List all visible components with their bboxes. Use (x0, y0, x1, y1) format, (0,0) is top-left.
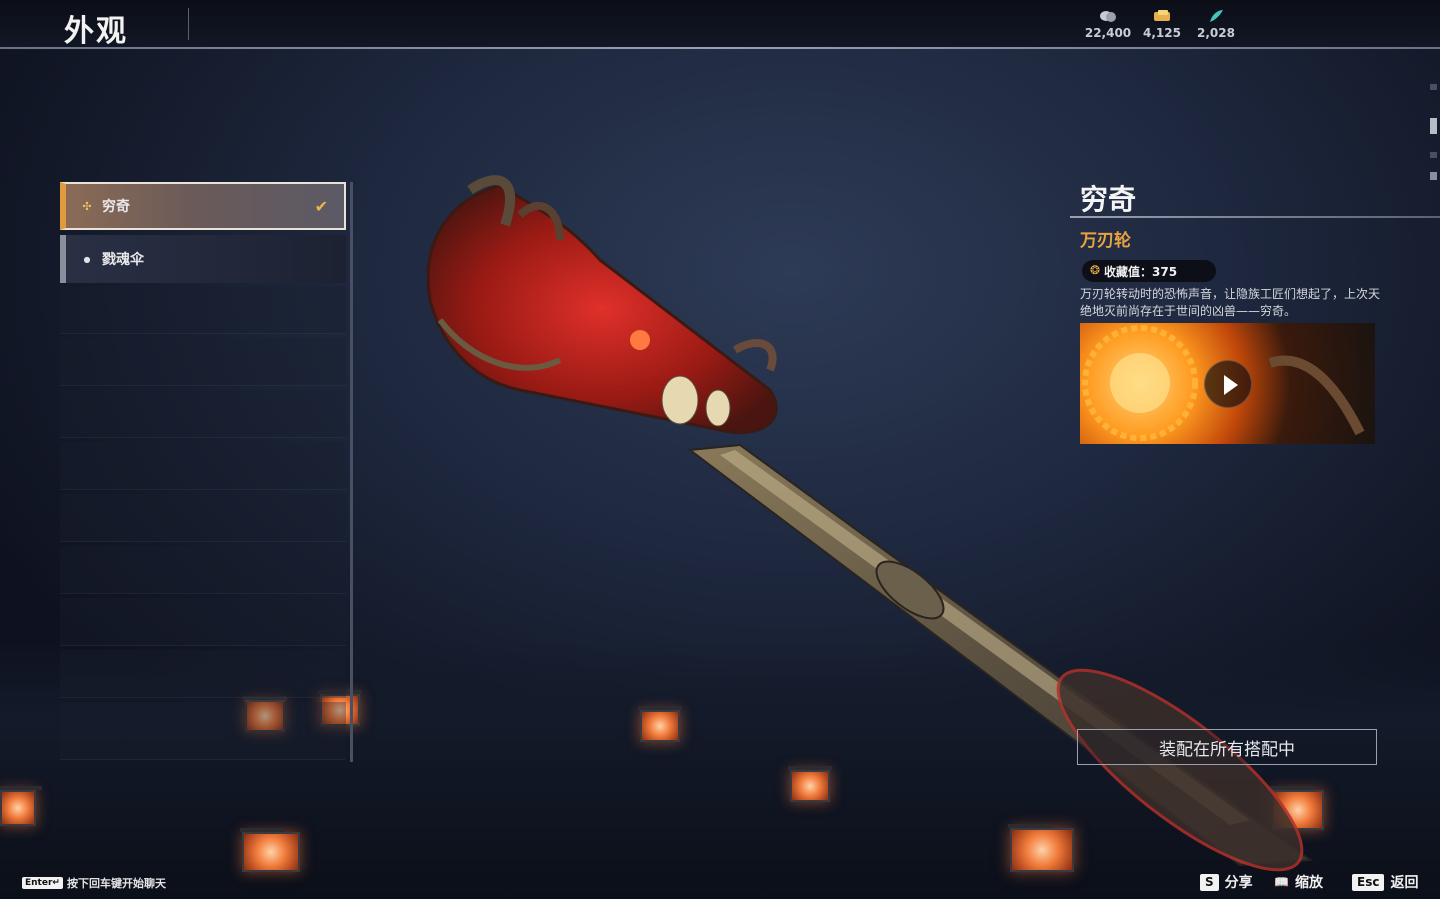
empty-slot (60, 442, 346, 490)
dot-icon: ● (83, 254, 91, 264)
currency-coin: 22,400 (1078, 8, 1138, 40)
coin-stack-icon (1078, 8, 1138, 24)
page-indicator[interactable] (1430, 152, 1437, 158)
collection-value: 收藏值：375 (1104, 264, 1178, 279)
empty-slot (60, 390, 346, 438)
share-label: 分享 (1224, 875, 1253, 891)
skin-name: 穷奇 (1080, 183, 1137, 216)
share-hint[interactable]: S 分享 (1200, 872, 1253, 892)
list-item-luhunsan[interactable]: ● 戮魂伞 (60, 235, 346, 283)
detail-divider (1070, 216, 1440, 218)
book-icon: 📖 (1274, 874, 1289, 889)
weapon-type: 万刃轮 (1080, 231, 1131, 251)
empty-slot (60, 546, 346, 594)
back-label: 返回 (1390, 875, 1419, 891)
empty-slot (60, 650, 346, 698)
currency-value: 4,125 (1143, 26, 1181, 40)
empty-slot (60, 598, 346, 646)
page-indicator[interactable] (1430, 84, 1437, 90)
jade-feather-icon (1186, 8, 1246, 24)
weapon-blade (687, 443, 1313, 872)
zoom-label: 缩放 (1294, 875, 1323, 891)
dragon-emblem-icon: ✣ (82, 199, 92, 213)
equip-all-button[interactable]: 装配在所有搭配中 (1077, 729, 1377, 765)
empty-slot (60, 338, 346, 386)
currency-ticket: 4,125 (1132, 8, 1192, 40)
skin-description: 万刃轮转动时的恐怖声音，让隐族工匠们想起了，上次天绝地灭前尚存在于世间的凶兽——… (1080, 287, 1381, 318)
list-scrollbar[interactable] (350, 182, 353, 762)
chat-label: 按下回车键开始聊天 (66, 877, 166, 890)
top-divider (0, 47, 1440, 49)
list-item-label: 穷奇 (102, 199, 130, 215)
list-item-label: 戮魂伞 (102, 252, 144, 268)
currency-value: 22,400 (1084, 26, 1132, 40)
title-separator (188, 8, 189, 40)
page-indicator[interactable] (1430, 172, 1437, 180)
empty-slot (60, 702, 346, 760)
currency-value: 2,028 (1197, 26, 1235, 40)
check-icon: ✔ (314, 196, 328, 216)
zoom-hint[interactable]: 📖 缩放 (1274, 872, 1323, 892)
s-key: S (1200, 873, 1219, 891)
esc-key: Esc (1352, 873, 1385, 891)
list-item-qiongqi[interactable]: ✣ 穷奇 ✔ (60, 182, 346, 230)
gold-ticket-icon (1132, 8, 1192, 24)
currency-feather: 2,028 (1186, 8, 1246, 40)
collection-icon: ❂ (1090, 263, 1101, 277)
weapon-head (426, 175, 778, 435)
collection-badge: ❂ 收藏值：375 (1082, 260, 1216, 282)
empty-slot (60, 494, 346, 542)
play-icon[interactable] (1204, 360, 1252, 408)
chat-prompt[interactable]: Enter↵ 按下回车键开始聊天 (22, 875, 166, 891)
enter-key: Enter↵ (22, 877, 63, 889)
back-hint[interactable]: Esc 返回 (1352, 872, 1418, 892)
page-title: 外观 (64, 14, 128, 49)
empty-slot (60, 286, 346, 334)
page-indicator[interactable] (1430, 118, 1437, 134)
